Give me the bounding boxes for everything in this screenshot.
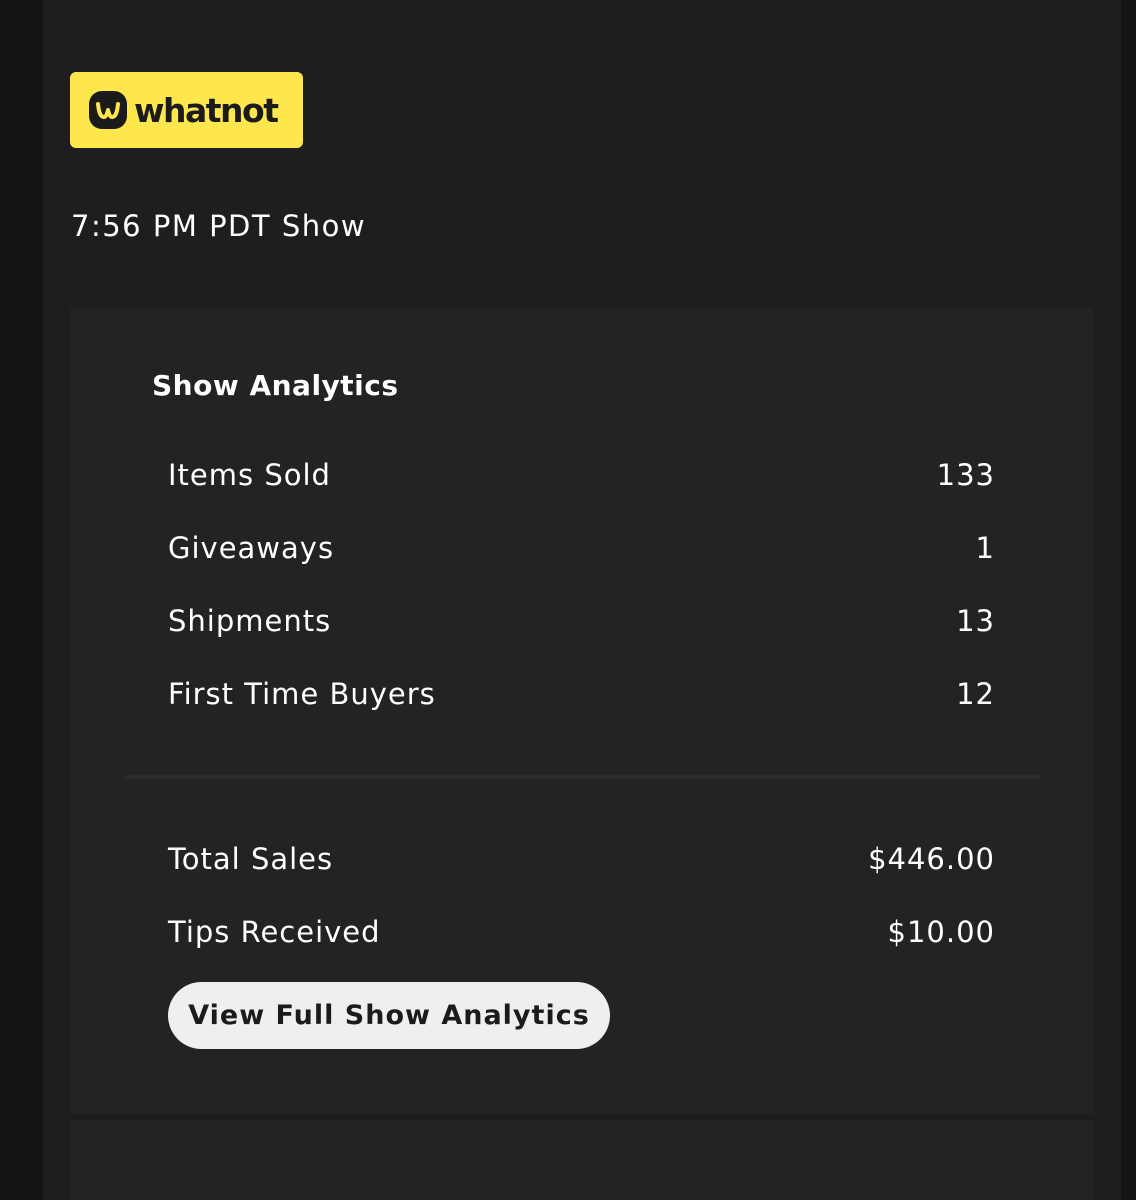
show-title: 7:56 PM PDT Show [71,209,367,243]
email-body: whatnot 7:56 PM PDT Show Show Analytics … [43,0,1121,1200]
whatnot-logo-icon [89,91,127,129]
stat-value: 133 [936,458,995,492]
stat-value: $446.00 [868,842,995,876]
stat-row-total-sales: Total Sales $446.00 [168,839,995,879]
show-analytics-card: Show Analytics Items Sold 133 Giveaways … [70,308,1093,1114]
stat-row-giveaways: Giveaways 1 [168,528,995,568]
view-full-show-analytics-button[interactable]: View Full Show Analytics [168,982,610,1049]
show-analytics-heading: Show Analytics [152,369,399,402]
stat-value: $10.00 [887,915,995,949]
stat-value: 1 [975,531,995,565]
logo-wordmark: whatnot [134,90,279,130]
stat-label: First Time Buyers [168,677,436,711]
stat-row-tips-received: Tips Received $10.00 [168,912,995,952]
next-section-card [70,1120,1093,1200]
whatnot-logo[interactable]: whatnot [70,72,303,148]
stat-row-items-sold: Items Sold 133 [168,455,995,495]
stat-label: Items Sold [168,458,331,492]
stat-label: Total Sales [168,842,334,876]
stat-label: Shipments [168,604,332,638]
stat-row-first-time-buyers: First Time Buyers 12 [168,674,995,714]
stat-label: Tips Received [168,915,381,949]
stat-label: Giveaways [168,531,335,565]
section-divider [125,775,1040,779]
stat-row-shipments: Shipments 13 [168,601,995,641]
stat-value: 13 [956,604,995,638]
stat-value: 12 [956,677,995,711]
